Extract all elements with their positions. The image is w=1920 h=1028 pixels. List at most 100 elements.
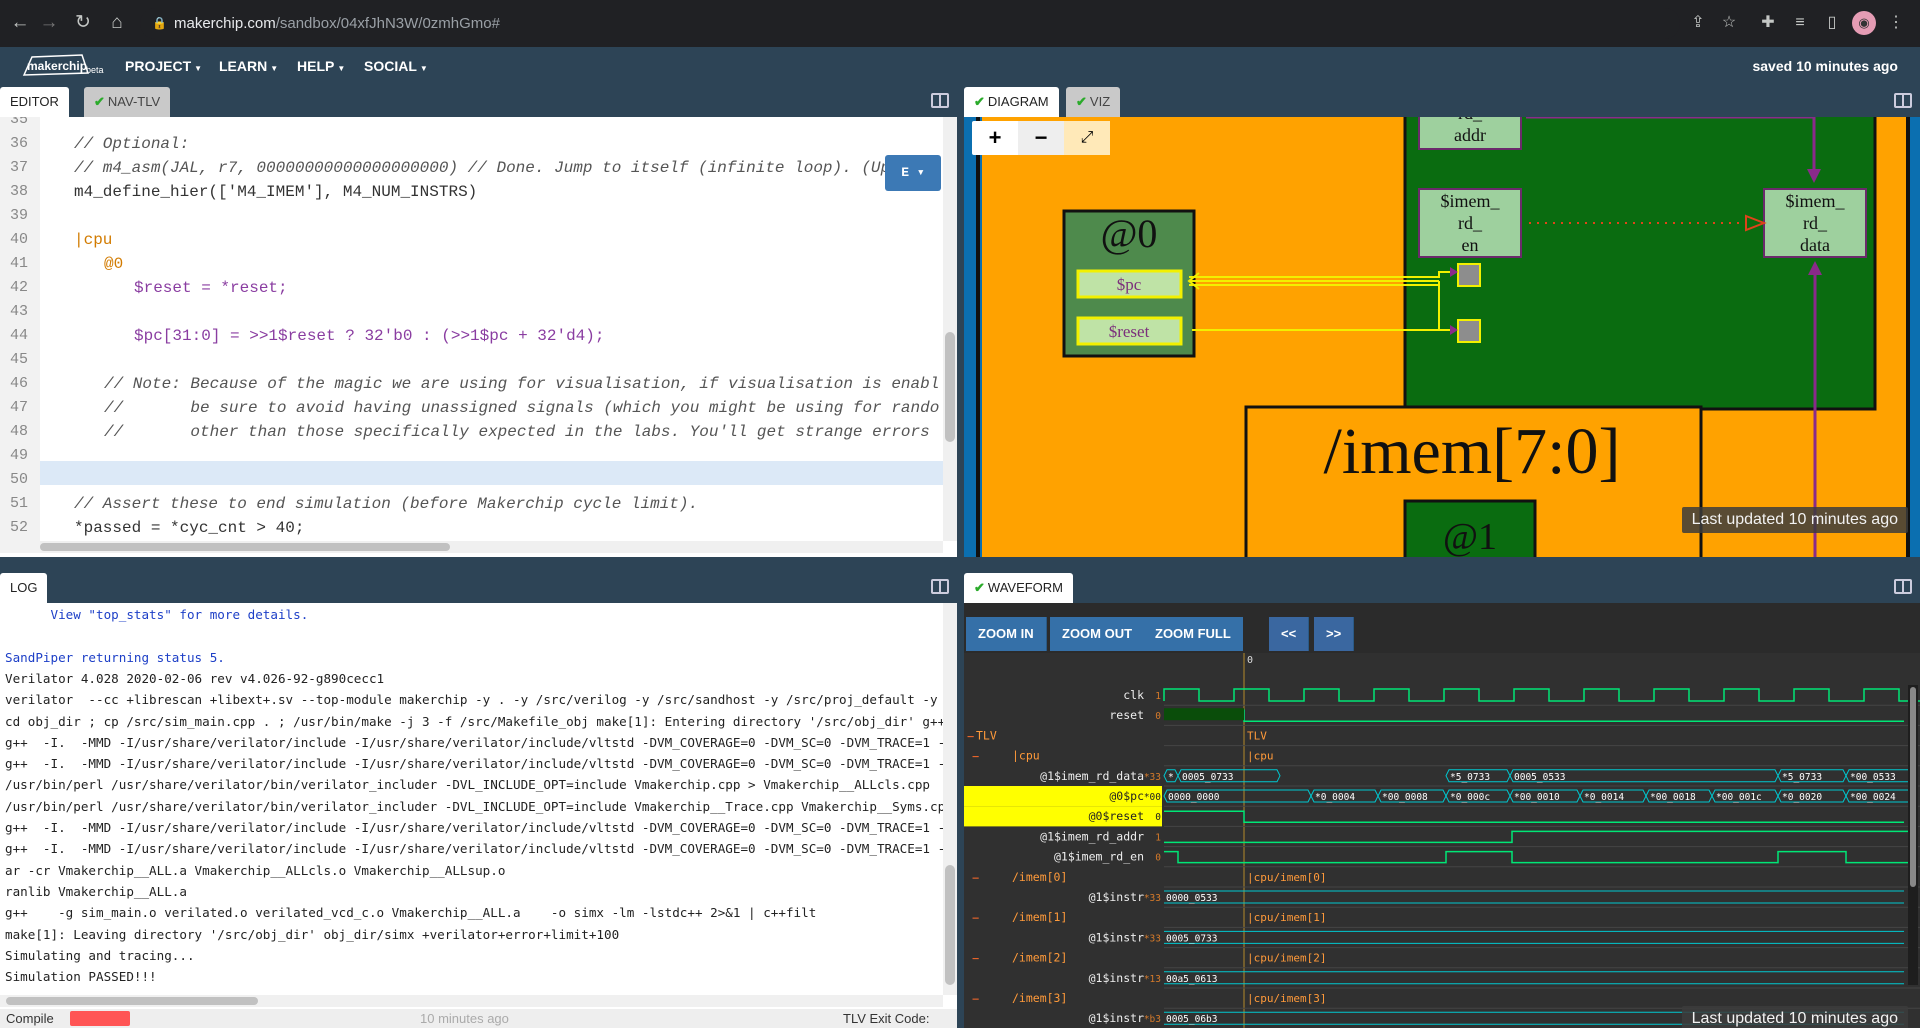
nav-social[interactable]: SOCIAL ▼ bbox=[364, 47, 428, 84]
waveform-canvas[interactable]: 0 clk 1 reset 0− TLV − |cpu @1$imem_rd_data *33 @0… bbox=[964, 603, 1920, 1028]
lock-icon: 🔒 bbox=[152, 16, 167, 30]
log-line: g++ -I. -MMD -I/usr/share/verilator/incl… bbox=[5, 734, 953, 750]
line-number: 38 bbox=[9, 183, 28, 200]
zoom-in-wave-button[interactable]: ZOOM IN bbox=[966, 617, 1047, 651]
diagram-canvas[interactable]: rd_addr $imem_rd_en $imem_rd_data @0 $pc… bbox=[964, 117, 1920, 557]
pc-signal-label: $pc bbox=[1117, 275, 1142, 294]
editor-pane: EDITOR ✔ NAV-TLV 35 36 37 38 39 40 41 42 43 44 45 46… bbox=[0, 85, 957, 557]
code-line: $pc[31:0] = >>1$reset ? 32'b0 : (>>1$pc … bbox=[134, 327, 605, 345]
code-line: @0 bbox=[104, 255, 124, 273]
scroll-left-button[interactable]: << bbox=[1269, 617, 1310, 651]
editor-vscroll[interactable] bbox=[943, 117, 957, 541]
bus-value: 0005_0733 bbox=[1182, 772, 1233, 783]
e-menu-button[interactable]: E ▾ bbox=[885, 155, 941, 191]
signal-width: *33 bbox=[1144, 893, 1161, 904]
log-hscroll-thumb[interactable] bbox=[6, 997, 258, 1005]
log-line: ar -cr Vmakerchip__ALL.a Vmakerchip__ALL… bbox=[5, 862, 506, 878]
signal-name: /imem[1] bbox=[1012, 910, 1067, 924]
signal-name: @1$instr bbox=[1089, 890, 1144, 904]
signal-name: /imem[2] bbox=[1012, 951, 1067, 965]
signal-name: @1$instr bbox=[1089, 930, 1144, 944]
editor-hscroll[interactable] bbox=[40, 541, 943, 553]
tab-editor[interactable]: EDITOR bbox=[0, 87, 69, 117]
home-icon[interactable]: ⌂ bbox=[105, 11, 129, 35]
tab-log-label: LOG bbox=[10, 580, 38, 595]
zoom-full-button[interactable]: ZOOM FULL bbox=[1143, 617, 1243, 651]
profile-avatar-icon[interactable]: ◉ bbox=[1852, 11, 1876, 35]
page: { "browser": { "url_main": "makerchip.co… bbox=[0, 0, 1920, 1028]
tab-log[interactable]: LOG bbox=[0, 573, 48, 603]
code-line: // other than those specifically expecte… bbox=[104, 423, 930, 441]
line-number: 46 bbox=[9, 375, 28, 392]
log-line: SandPiper returning status 5. bbox=[5, 649, 225, 665]
save-status: saved 10 minutes ago bbox=[1752, 58, 1898, 74]
code-line: m4_define_hier(['M4_IMEM'], M4_NUM_INSTR… bbox=[74, 183, 478, 201]
collapse-icon: − bbox=[967, 729, 974, 743]
split-pane-icon[interactable] bbox=[931, 579, 949, 594]
log-line: cd obj_dir ; cp /src/sim_main.cpp . ; /u… bbox=[5, 713, 946, 729]
reset-register bbox=[1457, 319, 1481, 343]
nav-help[interactable]: HELP ▼ bbox=[297, 47, 345, 84]
split-pane-icon[interactable] bbox=[1894, 579, 1912, 594]
code-line: // Assert these to end simulation (befor… bbox=[74, 495, 699, 513]
active-line-highlight bbox=[40, 461, 957, 485]
nav-social-label: SOCIAL bbox=[364, 58, 417, 74]
address-bar[interactable]: 🔒 makerchip.com/sandbox/04xfJhN3W/0zmhGm… bbox=[140, 8, 1680, 39]
collapse-icon: − bbox=[972, 992, 979, 1006]
diagram-tabbar: ✔ DIAGRAM ✔ VIZ bbox=[964, 85, 1920, 117]
log-vscroll[interactable] bbox=[943, 603, 957, 995]
makerchip-logo[interactable]: makerchip bbox=[22, 51, 92, 81]
line-number: 48 bbox=[9, 423, 28, 440]
split-pane-icon[interactable] bbox=[931, 93, 949, 108]
nav-learn[interactable]: LEARN ▼ bbox=[219, 47, 278, 84]
bus-value: *5_0733 bbox=[1782, 772, 1822, 783]
code-editor[interactable]: 35 36 37 38 39 40 41 42 43 44 45 46 47 48 49 50 51 52 // … bbox=[0, 117, 957, 553]
scroll-right-button[interactable]: >> bbox=[1314, 617, 1355, 651]
log-vscroll-thumb[interactable] bbox=[945, 865, 955, 985]
menu-dots-icon[interactable]: ⋮ bbox=[1884, 11, 1908, 35]
tab-nav-tlv[interactable]: ✔ NAV-TLV bbox=[84, 87, 171, 117]
log-output: View "top_stats" for more details. SandPi… bbox=[0, 603, 957, 1028]
nav-project[interactable]: PROJECT ▼ bbox=[125, 47, 202, 84]
forward-arrow-icon[interactable]: → bbox=[37, 11, 61, 35]
tick-zero-label: 0 bbox=[1247, 655, 1253, 666]
rd-en-trace bbox=[1164, 850, 1914, 864]
browser-toolbar: ← → ↻ ⌂ 🔒 makerchip.com/sandbox/04xfJhN3… bbox=[0, 0, 1920, 47]
caret-down-icon: ▼ bbox=[337, 64, 346, 73]
editor-hscroll-thumb[interactable] bbox=[40, 543, 450, 551]
compile-time: 10 minutes ago bbox=[420, 1011, 509, 1026]
tab-diagram[interactable]: ✔ DIAGRAM bbox=[964, 87, 1059, 117]
zoom-in-button[interactable]: + bbox=[972, 121, 1018, 155]
reload-icon[interactable]: ↻ bbox=[71, 11, 95, 35]
waveform-pane: ✔ WAVEFORM 0 clk 1 reset 0− TLV − |cpu @1$imem_rd… bbox=[964, 571, 1920, 1028]
editor-vscroll-thumb[interactable] bbox=[945, 332, 955, 442]
caret-down-icon: ▼ bbox=[270, 64, 279, 73]
media-icon[interactable]: ≡ bbox=[1788, 11, 1812, 35]
share-icon[interactable]: ⇪ bbox=[1686, 11, 1710, 35]
log-footer: Compile 10 minutes ago TLV Exit Code: bbox=[0, 1009, 957, 1028]
zoom-out-wave-button[interactable]: ZOOM OUT bbox=[1050, 617, 1146, 651]
tab-waveform[interactable]: ✔ WAVEFORM bbox=[964, 573, 1074, 603]
extensions-icon[interactable]: ✚ bbox=[1756, 11, 1780, 35]
signal-width: *13 bbox=[1144, 974, 1161, 985]
split-pane-icon[interactable] bbox=[1894, 93, 1912, 108]
bookmark-star-icon[interactable]: ☆ bbox=[1717, 11, 1741, 35]
expand-icon[interactable]: ⤢ bbox=[1064, 121, 1110, 155]
diagram-frame-edge bbox=[976, 117, 980, 557]
line-number: 39 bbox=[9, 207, 28, 224]
bus-value: *00_0010 bbox=[1514, 792, 1560, 803]
waveform-tabbar: ✔ WAVEFORM bbox=[964, 571, 1920, 603]
pane-splitter-horizontal[interactable] bbox=[0, 557, 1920, 571]
signal-name: reset bbox=[1109, 708, 1144, 722]
signal-name: |cpu bbox=[1012, 749, 1040, 763]
line-number: 52 bbox=[9, 519, 28, 536]
back-arrow-icon[interactable]: ← bbox=[8, 11, 32, 35]
compile-status-badge bbox=[70, 1011, 130, 1026]
zoom-out-button[interactable]: − bbox=[1018, 121, 1064, 155]
tab-viz[interactable]: ✔ VIZ bbox=[1066, 87, 1121, 117]
log-hscroll[interactable] bbox=[0, 995, 943, 1007]
code-line: // Note: Because of the magic we are usi… bbox=[104, 375, 940, 393]
code-line: // be sure to avoid having unassigned si… bbox=[104, 399, 940, 417]
tab-waveform-label: WAVEFORM bbox=[987, 580, 1064, 595]
sidepanel-icon[interactable]: ▯ bbox=[1820, 11, 1844, 35]
